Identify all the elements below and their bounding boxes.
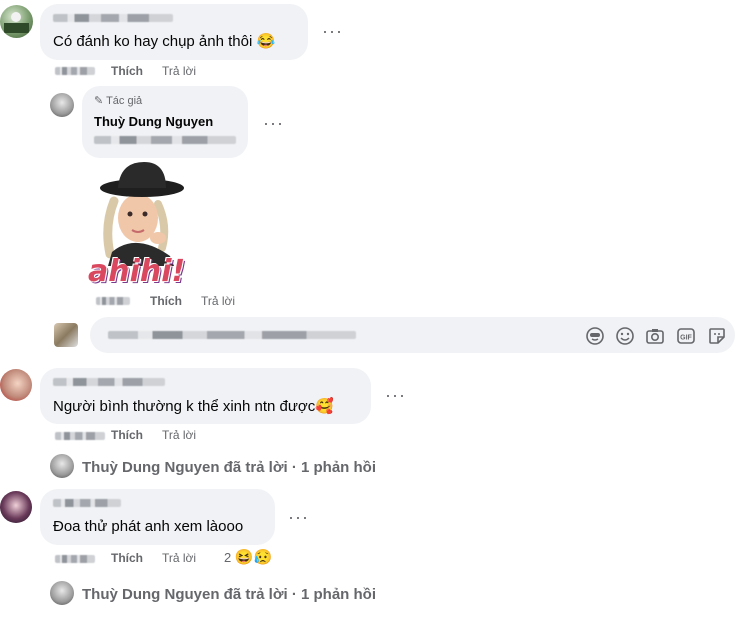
emoji-icon[interactable] (615, 326, 635, 346)
reaction-summary[interactable]: 2 😆😥 (224, 548, 272, 566)
reaction-count: 2 (224, 550, 232, 565)
comment-text-content: Người bình thường k thể xinh ntn được (53, 398, 316, 415)
timestamp-blurred[interactable] (55, 555, 95, 563)
reaction-emoji-icon: 😆😥 (234, 549, 273, 566)
sticker-text: ahihi! (88, 254, 186, 289)
reply-button[interactable]: Trả lời (162, 64, 196, 78)
author-avatar[interactable] (50, 93, 74, 117)
author-subtitle-blurred (94, 136, 236, 144)
reply-button[interactable]: Trả lời (162, 428, 196, 442)
avatar-image (4, 12, 29, 33)
more-options-icon[interactable]: ··· (263, 114, 284, 132)
author-badge-label: Tác giả (106, 95, 143, 107)
comment-text: Có đánh ko hay chụp ảnh thôi 😂 (53, 32, 275, 50)
author-avatar (50, 581, 74, 605)
commenter-name-blurred[interactable] (53, 378, 165, 386)
view-replies-link[interactable]: Thuỳ Dung Nguyen đã trả lời · 1 phản hồi (82, 586, 376, 603)
view-replies-link[interactable]: Thuỳ Dung Nguyen đã trả lời · 1 phản hồi (82, 459, 376, 476)
avatar-sticker-icon[interactable] (585, 326, 605, 346)
author-badge: ✎ Tác giả (94, 94, 142, 107)
gif-icon[interactable]: GIF (676, 326, 696, 346)
camera-icon[interactable] (645, 326, 665, 346)
author-avatar (50, 454, 74, 478)
more-options-icon[interactable]: ··· (385, 386, 406, 404)
commenter-name-blurred[interactable] (53, 499, 121, 507)
like-button[interactable]: Thích (150, 294, 182, 308)
commenter-name-blurred[interactable] (53, 14, 173, 22)
ahihi-sticker[interactable]: ahihi! (86, 156, 210, 292)
comment-bubble (40, 489, 275, 545)
laughing-emoji-icon: 😂 (256, 33, 276, 50)
current-user-avatar (54, 323, 78, 347)
svg-text:GIF: GIF (680, 335, 692, 342)
commenter-avatar[interactable] (0, 5, 33, 38)
commenter-avatar[interactable] (0, 491, 32, 523)
more-options-icon[interactable]: ··· (322, 22, 343, 40)
like-button[interactable]: Thích (111, 551, 143, 565)
sticker-icon[interactable] (707, 326, 727, 346)
author-name[interactable]: Thuỳ Dung Nguyen (94, 114, 213, 129)
reply-button[interactable]: Trả lời (201, 294, 235, 308)
like-button[interactable]: Thích (111, 64, 143, 78)
timestamp-blurred[interactable] (55, 67, 95, 75)
comment-text: Đoa thử phát anh xem làooo (53, 518, 244, 535)
reply-button[interactable]: Trả lời (162, 551, 196, 565)
input-placeholder-blurred[interactable] (108, 331, 356, 339)
more-options-icon[interactable]: ··· (288, 508, 309, 526)
smiling-hearts-emoji-icon: 🥰 (315, 398, 334, 415)
timestamp-blurred[interactable] (55, 432, 105, 440)
comment-text: Người bình thường k thể xinh ntn được🥰 (53, 397, 334, 415)
comment-text-content: Có đánh ko hay chụp ảnh thôi (53, 33, 253, 50)
comment-bubble (40, 368, 371, 424)
timestamp-blurred[interactable] (96, 297, 130, 305)
commenter-avatar[interactable] (0, 369, 32, 401)
pencil-icon: ✎ (94, 95, 104, 107)
like-button[interactable]: Thích (111, 428, 143, 442)
